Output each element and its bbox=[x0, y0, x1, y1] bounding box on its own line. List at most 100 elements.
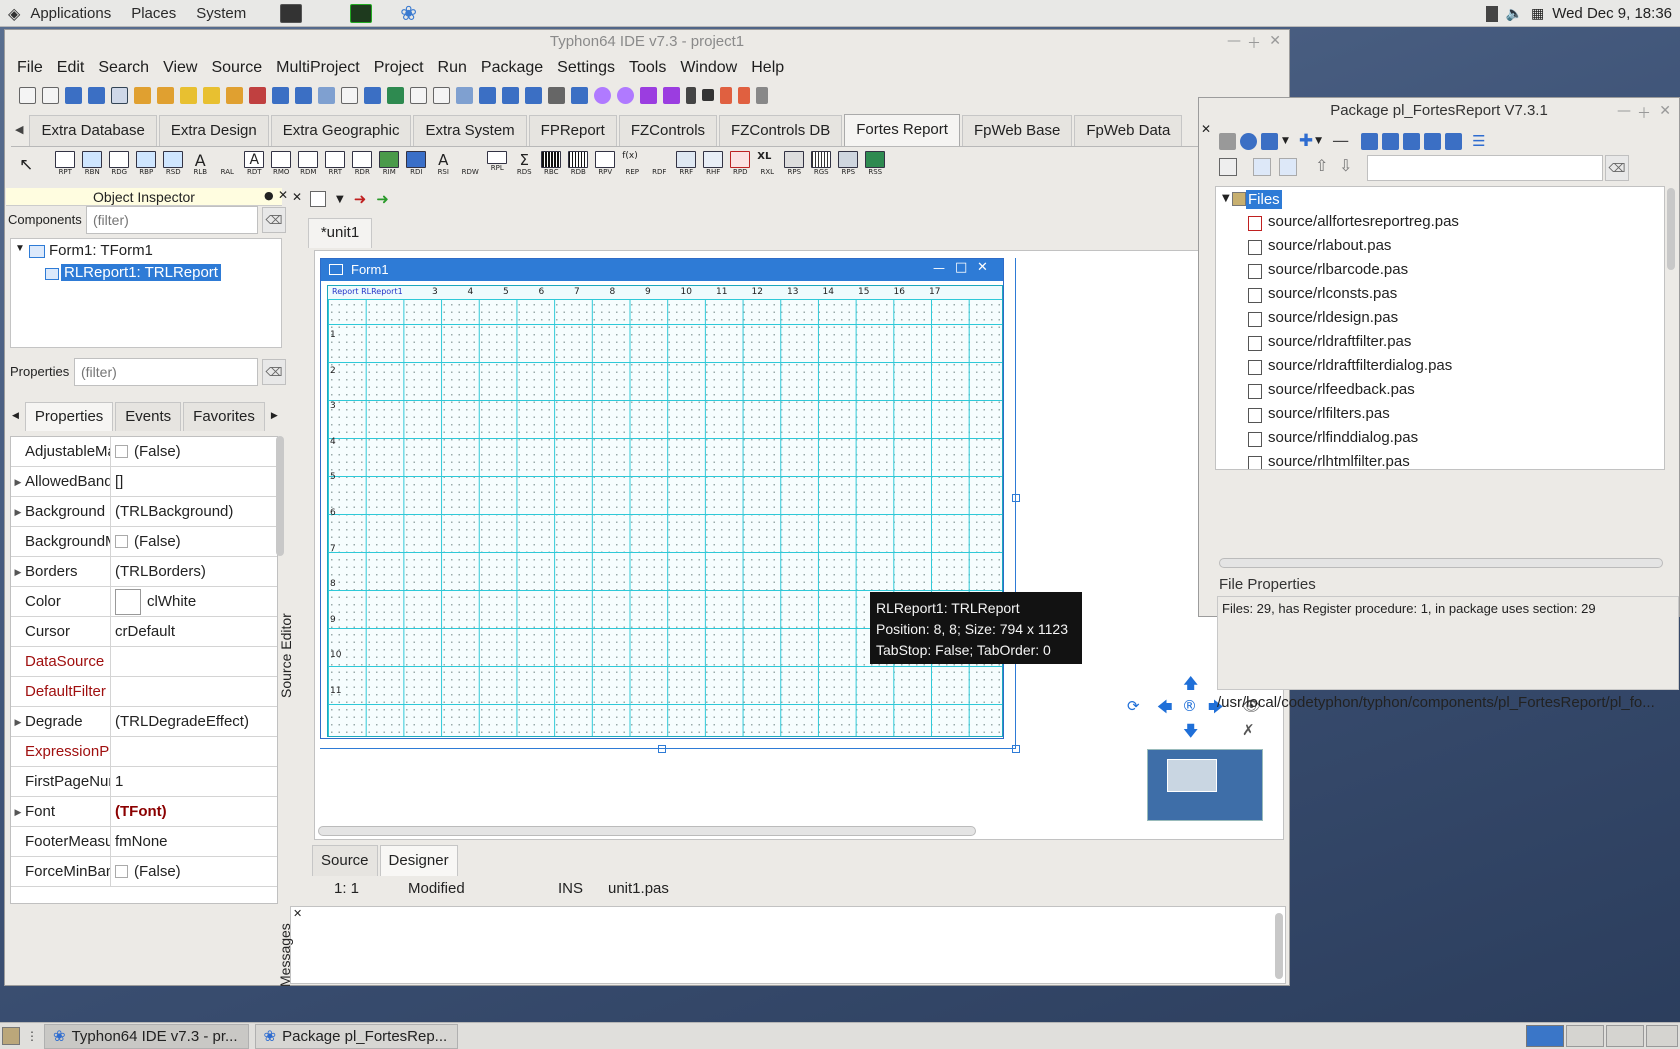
clean-icon[interactable] bbox=[456, 86, 473, 104]
component-rlreport-icon[interactable]: RPT bbox=[53, 151, 77, 179]
form-close-icon[interactable]: ✕ bbox=[977, 260, 988, 275]
property-row[interactable]: ForceMinBan (False) bbox=[11, 857, 277, 887]
maximize-icon[interactable]: ＋ bbox=[1247, 33, 1261, 53]
pkg-use-dropdown-icon[interactable]: ▼ bbox=[1282, 136, 1289, 146]
component-rlgraphicstorage-icon[interactable]: RGS bbox=[809, 151, 833, 179]
property-expander-icon[interactable]: ▶ bbox=[11, 707, 25, 736]
palette-tab-extra-system[interactable]: Extra System bbox=[413, 115, 527, 146]
taskbar-handle-icon[interactable]: ⋮ bbox=[26, 1029, 38, 1043]
property-row[interactable]: DataSource bbox=[11, 647, 277, 677]
pkg-view-icon[interactable] bbox=[1445, 132, 1463, 150]
property-checkbox[interactable] bbox=[115, 445, 128, 458]
close-panel-icon[interactable]: ✕ bbox=[278, 188, 288, 202]
component-rlexpressionparser-icon[interactable]: f(x) REP bbox=[620, 151, 644, 179]
component-rlbarcode-icon[interactable]: RBC bbox=[539, 151, 563, 179]
property-value-cell[interactable]: crDefault bbox=[111, 617, 277, 646]
property-checkbox[interactable] bbox=[115, 865, 128, 878]
property-value-cell[interactable]: (TFont) bbox=[111, 797, 277, 826]
component-rlpreview-icon[interactable]: RPV bbox=[593, 151, 617, 179]
build-icon[interactable] bbox=[410, 86, 427, 104]
property-value-cell[interactable]: [] bbox=[111, 467, 277, 496]
component-rldbresult-icon[interactable]: Σ RDS bbox=[512, 151, 536, 179]
component-rlhtmlfilter-icon[interactable]: RHF bbox=[701, 151, 725, 179]
component-rlxlsfilter-icon[interactable]: XL RXL bbox=[755, 151, 779, 179]
tree-expander-icon[interactable]: ▼ bbox=[15, 243, 25, 254]
component-rlsubdetail-icon[interactable]: RSD bbox=[161, 151, 185, 179]
minimap-viewport[interactable] bbox=[1167, 759, 1217, 792]
component-rlrichtext-icon[interactable]: RRT bbox=[323, 151, 347, 179]
menu-search[interactable]: Search bbox=[92, 59, 157, 77]
build-all-icon[interactable] bbox=[433, 86, 450, 104]
palette-tab-fpweb-data[interactable]: FpWeb Data bbox=[1074, 115, 1183, 146]
pkg-install-icon[interactable] bbox=[1424, 132, 1442, 150]
clear-filter-icon[interactable]: ⌫ bbox=[262, 207, 286, 233]
component-rlsysteminfo-icon[interactable]: A RSI bbox=[431, 151, 455, 179]
component-rlimage-icon[interactable]: RIM bbox=[377, 151, 401, 179]
system-monitor-launcher-icon[interactable] bbox=[350, 3, 373, 23]
component-rlpdffilter-icon[interactable]: RPD bbox=[728, 151, 752, 179]
selection-handle-right[interactable] bbox=[1012, 494, 1020, 502]
show-desktop-icon[interactable] bbox=[2, 1027, 20, 1045]
step-over-icon[interactable] bbox=[738, 86, 750, 104]
component-rlprintsetup-icon[interactable]: RPS bbox=[836, 151, 860, 179]
close-icon[interactable]: ✕ bbox=[1269, 33, 1281, 49]
volume-icon[interactable]: 🔈 bbox=[1506, 5, 1523, 22]
property-value-cell[interactable]: (False) bbox=[111, 857, 277, 886]
form-maximize-icon[interactable]: □ bbox=[955, 260, 967, 275]
palette-tab-fzcontrols[interactable]: FZControls bbox=[618, 115, 718, 146]
pkg-move-up-icon[interactable]: ⇧ bbox=[1315, 156, 1328, 175]
selection-handle-corner[interactable] bbox=[1012, 745, 1020, 753]
pkg-add-dropdown-icon[interactable]: ▼ bbox=[1315, 136, 1322, 146]
workspace-switcher-2[interactable] bbox=[1566, 1025, 1604, 1047]
menu-source[interactable]: Source bbox=[205, 59, 270, 77]
save-all-icon[interactable] bbox=[295, 86, 312, 104]
pin-icon[interactable]: ● bbox=[264, 189, 274, 202]
workspace-switcher-3[interactable] bbox=[1606, 1025, 1644, 1047]
pkg-move-down-icon[interactable]: ⇩ bbox=[1339, 156, 1352, 175]
package-file-item[interactable]: source/rlfinddialog.pas bbox=[1268, 429, 1418, 446]
clear-properties-filter-icon[interactable]: ⌫ bbox=[262, 359, 286, 385]
property-value-cell[interactable]: (False) bbox=[111, 437, 277, 466]
property-row[interactable]: BackgroundM (False) bbox=[11, 527, 277, 557]
move-down-icon[interactable]: 🡇 bbox=[1183, 721, 1198, 746]
user-icon[interactable]: ▦ bbox=[1531, 5, 1544, 22]
debug-windows-icon[interactable] bbox=[502, 86, 519, 104]
package-file-item[interactable]: source/rldesign.pas bbox=[1268, 309, 1398, 326]
package-options-icon[interactable] bbox=[226, 86, 243, 104]
menu-multiproject[interactable]: MultiProject bbox=[270, 59, 368, 77]
clock[interactable]: Wed Dec 9, 18:36 bbox=[1552, 5, 1672, 22]
form1-designer[interactable]: Form1 — □ ✕ 3 4 5 6 7 8 9 10 11 12 13 14 15 16 17 Repo… bbox=[320, 258, 1004, 739]
property-value-cell[interactable] bbox=[111, 737, 277, 766]
component-rlpanel-icon[interactable]: RPL bbox=[485, 151, 509, 179]
settings-gear-icon[interactable] bbox=[594, 86, 611, 104]
menu-edit[interactable]: Edit bbox=[51, 59, 93, 77]
component-rldraw-icon[interactable]: RDW bbox=[458, 151, 482, 179]
menu-file[interactable]: File bbox=[11, 59, 51, 77]
package-file-item[interactable]: source/rlhtmlfilter.pas bbox=[1268, 453, 1410, 469]
tab-events[interactable]: Events bbox=[115, 402, 182, 431]
run-params-icon[interactable] bbox=[663, 86, 680, 104]
tools-wrench-icon[interactable]: ✗ bbox=[1242, 721, 1255, 739]
move-left-icon[interactable]: 🡄 bbox=[1157, 697, 1173, 722]
package-dock-close-icon[interactable]: ✕ bbox=[1201, 122, 1211, 136]
component-rllabel-icon[interactable]: A RLB bbox=[188, 151, 212, 179]
menu-settings[interactable]: Settings bbox=[551, 59, 623, 77]
stop-icon[interactable] bbox=[702, 89, 714, 101]
jump-forward-icon[interactable]: ➜ bbox=[376, 190, 389, 208]
jump-back-icon[interactable]: ➜ bbox=[354, 190, 367, 208]
tabs-scroll-left-icon[interactable]: ◀ bbox=[10, 411, 25, 431]
selection-handle-bottom[interactable] bbox=[658, 745, 666, 753]
property-row[interactable]: DefaultFilter bbox=[11, 677, 277, 707]
tab-source[interactable]: Source bbox=[312, 845, 378, 876]
property-value-cell[interactable]: fmNone bbox=[111, 827, 277, 856]
file-tree-scrollbar[interactable] bbox=[1667, 188, 1675, 270]
new-form-icon[interactable] bbox=[42, 86, 59, 104]
selection-pointer-icon[interactable]: ↖ bbox=[19, 155, 33, 175]
tab-properties[interactable]: Properties bbox=[24, 402, 114, 431]
property-checkbox[interactable] bbox=[115, 535, 128, 548]
package-file-item[interactable]: source/rldraftfilterdialog.pas bbox=[1268, 357, 1452, 374]
property-row[interactable]: Color clWhite bbox=[11, 587, 277, 617]
minimize-icon[interactable]: — bbox=[1227, 33, 1241, 49]
menu-run[interactable]: Run bbox=[432, 59, 475, 77]
file-tree-horizontal-scrollbar[interactable] bbox=[1219, 558, 1663, 568]
